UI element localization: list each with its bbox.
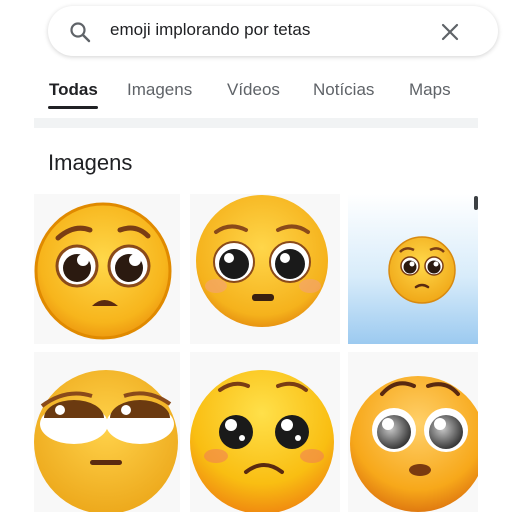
image-result[interactable] (34, 352, 180, 512)
tab-todas[interactable]: Todas (49, 80, 98, 100)
search-icon[interactable] (68, 20, 92, 44)
pleading-face-emoji-5 (190, 370, 334, 512)
active-tab-indicator (48, 106, 98, 109)
pleading-face-emoji-6 (350, 376, 478, 512)
image-result[interactable] (348, 352, 478, 512)
image-result[interactable] (190, 194, 340, 344)
search-input[interactable]: emoji implorando por tetas (110, 20, 310, 40)
tab-maps[interactable]: Maps (409, 80, 451, 100)
close-icon[interactable] (440, 22, 460, 42)
tab-imagens[interactable]: Imagens (127, 80, 192, 100)
search-bar[interactable]: emoji implorando por tetas (48, 6, 498, 56)
tab-noticias[interactable]: Notícias (313, 80, 374, 100)
image-result[interactable] (348, 194, 478, 344)
section-divider (34, 118, 478, 128)
pleading-face-emoji-3 (348, 194, 478, 344)
pleading-face-emoji-1 (34, 202, 172, 340)
pleading-face-emoji-4 (34, 370, 178, 512)
search-tabs: Todas Imagens Vídeos Notícias Maps (0, 78, 512, 112)
scroll-indicator (474, 196, 478, 210)
section-title: Imagens (48, 150, 133, 175)
tab-videos[interactable]: Vídeos (227, 80, 280, 100)
pleading-face-emoji-2 (196, 195, 328, 327)
image-result[interactable] (34, 194, 180, 344)
image-result[interactable] (190, 352, 340, 512)
